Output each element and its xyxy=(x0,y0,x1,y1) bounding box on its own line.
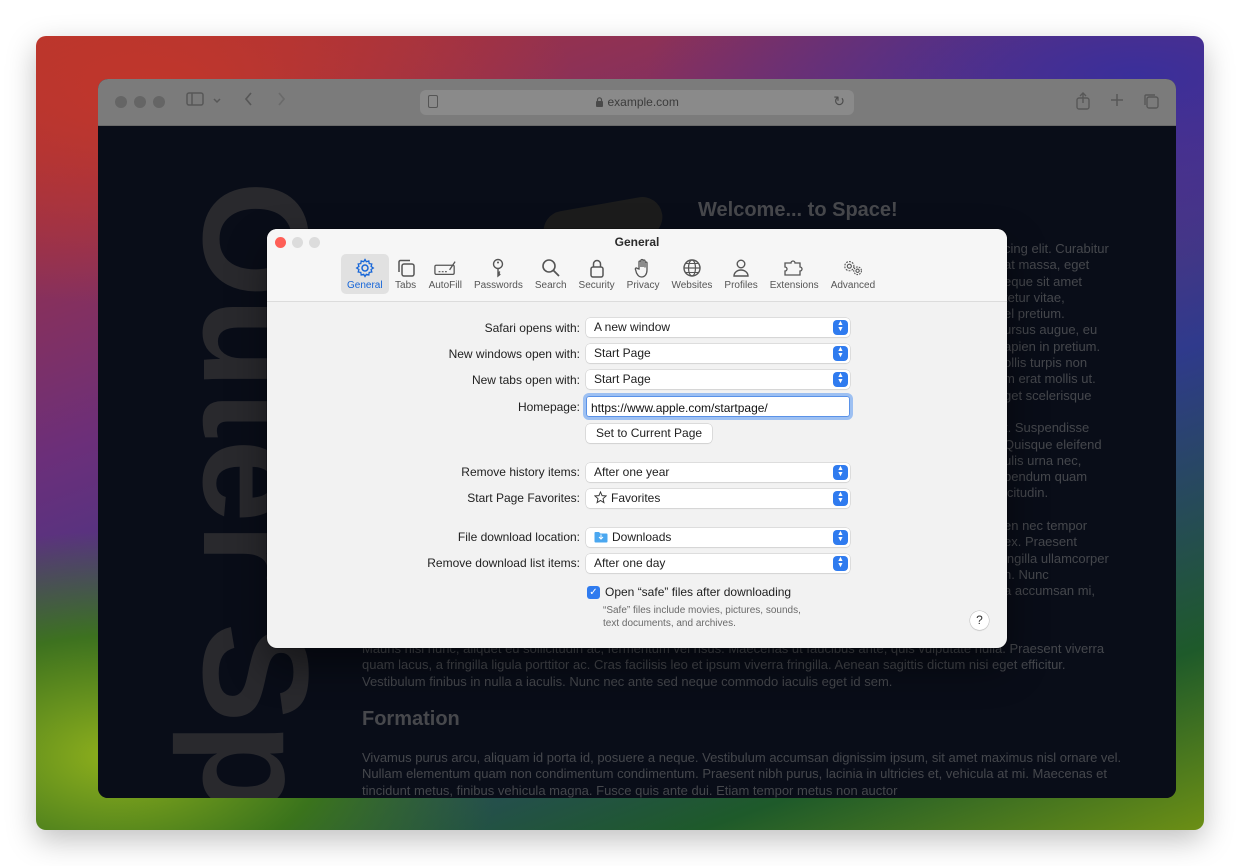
new-tabs-label: New tabs open with: xyxy=(471,373,580,387)
safari-opens-label: Safari opens with: xyxy=(484,321,580,335)
minimize-window-button[interactable] xyxy=(134,96,146,108)
new-windows-label: New windows open with: xyxy=(448,347,580,361)
open-safe-files-checkbox[interactable]: ✓ xyxy=(587,586,600,599)
tab-websites[interactable]: Websites xyxy=(665,254,718,294)
tab-label: AutoFill xyxy=(428,280,462,291)
tab-label: Search xyxy=(534,280,567,291)
sidebar-toggle-icon[interactable] xyxy=(186,91,204,112)
tab-profiles[interactable]: Profiles xyxy=(718,254,763,294)
star-icon xyxy=(593,490,608,507)
popup-value: A new window xyxy=(594,320,671,334)
download-location-label: File download location: xyxy=(457,530,580,544)
tab-label: Extensions xyxy=(769,280,819,291)
new-tab-icon[interactable] xyxy=(1109,92,1125,113)
set-current-page-button[interactable]: Set to Current Page xyxy=(586,424,713,443)
tab-search[interactable]: Search xyxy=(529,254,573,294)
remove-downloads-label: Remove download list items: xyxy=(427,556,580,570)
dialog-toolbar: General General Tabs AutoFill Passwords … xyxy=(267,229,1007,302)
magnifier-icon xyxy=(540,257,562,279)
url-text: example.com xyxy=(607,95,679,109)
hint-line: “Safe” files include movies, pictures, s… xyxy=(603,605,801,616)
new-windows-popup[interactable]: Start Page ▲ ▼ xyxy=(586,344,850,363)
popup-value: After one year xyxy=(594,465,670,479)
tab-overview-icon[interactable] xyxy=(1142,92,1160,115)
homepage-label: Homepage: xyxy=(517,400,580,414)
dialog-title: General xyxy=(614,235,660,249)
tab-extensions[interactable]: Extensions xyxy=(764,254,825,294)
tab-privacy[interactable]: Privacy xyxy=(621,254,666,294)
tab-general[interactable]: General xyxy=(341,254,389,294)
homepage-input[interactable] xyxy=(586,396,850,417)
chevron-up-down-icon: ▲ ▼ xyxy=(833,556,848,571)
person-icon xyxy=(730,257,752,279)
address-bar[interactable]: example.com ↻ xyxy=(420,90,854,115)
tab-label: Privacy xyxy=(626,280,660,291)
tab-label: General xyxy=(347,280,383,291)
puzzle-icon xyxy=(783,257,805,279)
tabs-icon xyxy=(395,257,417,279)
favorites-popup[interactable]: Favorites ▲ ▼ xyxy=(586,489,850,508)
popup-value: Downloads xyxy=(612,530,672,544)
zoom-window-button[interactable] xyxy=(153,96,165,108)
lock-icon xyxy=(595,95,607,109)
chevron-down-icon[interactable] xyxy=(212,93,222,111)
reload-icon[interactable]: ↻ xyxy=(833,93,845,110)
download-location-popup[interactable]: Downloads ▲ ▼ xyxy=(586,528,850,547)
tab-autofill[interactable]: AutoFill xyxy=(423,254,468,294)
close-window-button[interactable] xyxy=(115,96,127,108)
hint-line: text documents, and archives. xyxy=(603,618,736,629)
tab-label: Websites xyxy=(671,280,713,291)
tab-label: Profiles xyxy=(724,280,758,291)
remove-downloads-popup[interactable]: After one day ▲ ▼ xyxy=(586,554,850,573)
share-icon[interactable] xyxy=(1075,92,1091,115)
remove-history-popup[interactable]: After one year ▲ ▼ xyxy=(586,463,850,482)
chevron-up-down-icon: ▲ ▼ xyxy=(833,465,848,480)
forward-icon[interactable] xyxy=(275,91,287,112)
tab-tabs[interactable]: Tabs xyxy=(389,254,423,294)
autofill-icon xyxy=(434,257,456,279)
back-icon[interactable] xyxy=(243,91,255,112)
favorites-label: Start Page Favorites: xyxy=(467,491,580,505)
hand-icon xyxy=(632,257,654,279)
globe-icon xyxy=(681,257,703,279)
help-button[interactable]: ? xyxy=(970,611,989,630)
lock-icon xyxy=(586,257,608,279)
tab-label: Passwords xyxy=(473,280,523,291)
key-icon xyxy=(487,257,509,279)
remove-history-label: Remove history items: xyxy=(461,465,580,479)
browser-toolbar: example.com ↻ xyxy=(98,79,1176,126)
gear-icon xyxy=(354,257,376,279)
chevron-up-down-icon: ▲ ▼ xyxy=(833,372,848,387)
new-tabs-popup[interactable]: Start Page ▲ ▼ xyxy=(586,370,850,389)
chevron-up-down-icon: ▲ ▼ xyxy=(833,530,848,545)
popup-value: Start Page xyxy=(594,372,651,386)
chevron-up-down-icon: ▲ ▼ xyxy=(833,346,848,361)
gears-icon xyxy=(842,257,864,279)
popup-value: Start Page xyxy=(594,346,651,360)
tab-passwords[interactable]: Passwords xyxy=(468,254,529,294)
tab-advanced[interactable]: Advanced xyxy=(825,254,881,294)
popup-value: Favorites xyxy=(611,491,661,505)
safari-opens-popup[interactable]: A new window ▲ ▼ xyxy=(586,318,850,337)
settings-dialog: General General Tabs AutoFill Passwords … xyxy=(267,229,1007,648)
settings-tabbar: General Tabs AutoFill Passwords Search S… xyxy=(341,254,881,295)
tab-label: Tabs xyxy=(395,280,417,291)
tab-security[interactable]: Security xyxy=(573,254,621,294)
popup-value: After one day xyxy=(594,556,666,570)
chevron-up-down-icon: ▲ ▼ xyxy=(833,491,848,506)
chevron-up-down-icon: ▲ ▼ xyxy=(833,320,848,335)
folder-icon xyxy=(594,531,608,546)
open-safe-files-label[interactable]: Open “safe” files after downloading xyxy=(605,585,791,599)
tab-label: Advanced xyxy=(830,280,876,291)
tab-label: Security xyxy=(578,280,615,291)
safe-files-hint: “Safe” files include movies, pictures, s… xyxy=(603,604,863,630)
